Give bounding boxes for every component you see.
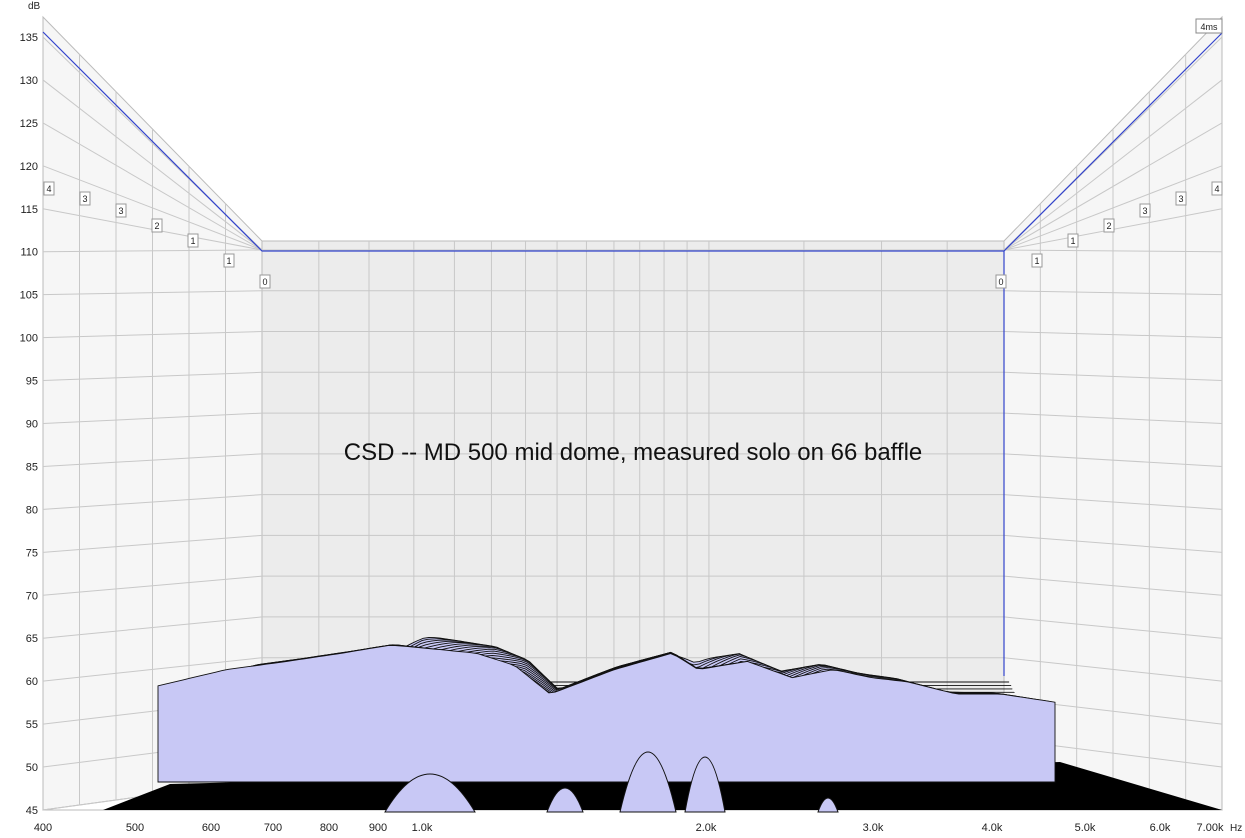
left-time-tick: 2 xyxy=(151,218,163,233)
time-tick-label: 1 xyxy=(1034,256,1039,266)
right-time-tick: 1 xyxy=(1031,253,1043,268)
y-tick-label: 75 xyxy=(26,547,38,559)
x-tick-label: 6.0k xyxy=(1150,822,1171,834)
x-tick-label: 5.0k xyxy=(1075,822,1096,834)
x-unit-label: Hz xyxy=(1230,823,1242,834)
y-tick-label: 70 xyxy=(26,590,38,602)
y-unit-label: dB xyxy=(28,1,41,12)
time-marker-label: 4ms xyxy=(1200,22,1218,32)
time-tick-label: 0 xyxy=(262,277,267,287)
time-tick-label: 3 xyxy=(82,194,87,204)
y-tick-label: 45 xyxy=(26,805,38,817)
y-tick-label: 55 xyxy=(26,719,38,731)
time-tick-label: 1 xyxy=(1070,236,1075,246)
time-tick-label: 2 xyxy=(1106,221,1111,231)
y-tick-label: 95 xyxy=(26,376,38,388)
right-time-tick: 3 xyxy=(1175,191,1187,206)
left-time-tick: 1 xyxy=(187,233,199,248)
x-tick-label: 1.0k xyxy=(412,822,433,834)
x-tick-label: 600 xyxy=(202,822,220,834)
left-time-tick: 0 xyxy=(259,274,271,289)
y-tick-label: 125 xyxy=(20,118,38,130)
left-time-tick: 3 xyxy=(79,191,91,206)
x-tick-label: 3.0k xyxy=(863,822,884,834)
x-tick-label: 4.0k xyxy=(982,822,1003,834)
csd-waterfall-chart: 1351301251201151101051009590858075706560… xyxy=(20,1,1243,834)
y-tick-label: 135 xyxy=(20,32,38,44)
y-tick-label: 110 xyxy=(20,247,38,259)
left-time-tick: 3 xyxy=(115,203,127,218)
time-tick-label: 1 xyxy=(190,236,195,246)
time-marker-badge: 4ms xyxy=(1195,18,1223,34)
y-tick-label: 105 xyxy=(20,290,38,302)
time-tick-label: 4 xyxy=(1214,184,1219,194)
right-time-tick: 0 xyxy=(995,274,1007,289)
y-tick-label: 50 xyxy=(26,762,38,774)
time-tick-label: 0 xyxy=(998,277,1003,287)
x-tick-label: 2.0k xyxy=(696,822,717,834)
y-tick-label: 115 xyxy=(20,204,38,216)
time-tick-label: 3 xyxy=(118,206,123,216)
x-tick-label: 7.00k xyxy=(1197,822,1224,834)
y-tick-label: 120 xyxy=(20,161,38,173)
right-time-tick: 3 xyxy=(1139,203,1151,218)
left-time-tick: 4 xyxy=(43,181,55,196)
y-tick-label: 60 xyxy=(26,676,38,688)
right-time-tick: 1 xyxy=(1067,233,1079,248)
left-time-tick: 1 xyxy=(223,253,235,268)
y-tick-label: 65 xyxy=(26,633,38,645)
x-tick-label: 700 xyxy=(264,822,282,834)
x-tick-label: 800 xyxy=(320,822,338,834)
time-tick-label: 4 xyxy=(46,184,51,194)
y-tick-label: 90 xyxy=(26,419,38,431)
y-tick-label: 100 xyxy=(20,333,38,345)
x-tick-label: 900 xyxy=(369,822,387,834)
time-tick-label: 3 xyxy=(1178,194,1183,204)
x-tick-label: 400 xyxy=(34,822,52,834)
time-tick-label: 3 xyxy=(1142,206,1147,216)
right-time-tick: 4 xyxy=(1211,181,1223,196)
chart-title: CSD -- MD 500 mid dome, measured solo on… xyxy=(344,439,923,466)
right-time-tick: 2 xyxy=(1103,218,1115,233)
y-tick-label: 85 xyxy=(26,461,38,473)
time-tick-label: 1 xyxy=(226,256,231,266)
y-tick-label: 80 xyxy=(26,504,38,516)
x-tick-label: 500 xyxy=(126,822,144,834)
time-tick-label: 2 xyxy=(154,221,159,231)
y-tick-label: 130 xyxy=(20,75,38,87)
